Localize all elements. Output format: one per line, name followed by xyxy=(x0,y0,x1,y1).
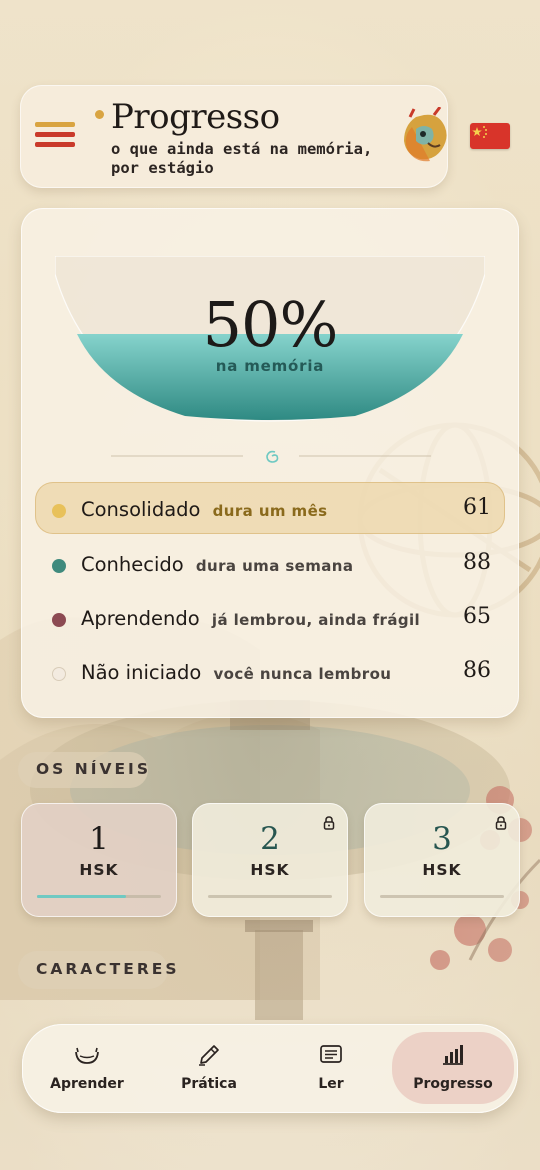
stage-description: você nunca lembrou xyxy=(213,665,392,683)
stage-row-consolidado[interactable]: Consolidado dura um mês 61 xyxy=(35,482,505,534)
header-card: Progresso o que ainda está na memória, p… xyxy=(20,85,448,188)
level-progress-bar xyxy=(37,895,161,898)
level-number: 3 xyxy=(432,821,452,857)
book-icon xyxy=(320,1045,342,1063)
nav-label: Ler xyxy=(318,1076,344,1092)
stage-count: 61 xyxy=(463,495,491,520)
bowl-icon xyxy=(75,1047,99,1064)
stage-dot-consolidated xyxy=(52,504,66,518)
level-name: HSK xyxy=(79,861,119,879)
notification-dot xyxy=(95,110,104,119)
page-subtitle: o que ainda está na memória, por estágio xyxy=(111,140,373,177)
stage-label: Consolidado xyxy=(81,498,201,521)
nav-label: Aprender xyxy=(50,1076,124,1092)
stage-label: Não iniciado xyxy=(81,661,202,684)
nav-label: Progresso xyxy=(413,1076,493,1092)
level-tile-hsk-1[interactable]: 1 HSK xyxy=(21,803,177,917)
level-number: 2 xyxy=(260,821,280,857)
stage-row-aprendendo[interactable]: Aprendendo já lembrou, ainda frágil 65 xyxy=(35,591,505,643)
level-progress-bar xyxy=(380,895,504,898)
bottom-nav: Aprender Prática Ler Progresso xyxy=(22,1024,518,1113)
dragon-mascot-icon[interactable] xyxy=(394,107,454,169)
ornament-divider xyxy=(111,450,431,463)
level-name: HSK xyxy=(250,861,290,879)
memory-percent-label: na memória xyxy=(215,357,325,375)
menu-icon[interactable] xyxy=(35,122,75,152)
stage-label: Conhecido xyxy=(81,553,184,576)
memory-stats-card: 50% na memória Consolidado dura um mês 6… xyxy=(21,208,519,718)
nav-item-pratica[interactable]: Prática xyxy=(148,1032,270,1104)
stage-row-conhecido[interactable]: Conhecido dura uma semana 88 xyxy=(35,537,505,589)
bar-chart-icon xyxy=(443,1045,463,1065)
stage-dot-not-started xyxy=(52,667,66,681)
level-progress-bar xyxy=(208,895,332,898)
china-flag-icon[interactable] xyxy=(470,123,510,149)
level-tile-hsk-3[interactable]: 3 HSK xyxy=(364,803,520,917)
nav-item-ler[interactable]: Ler xyxy=(270,1032,392,1104)
stage-dot-known xyxy=(52,559,66,573)
stage-label: Aprendendo xyxy=(81,607,200,630)
nav-item-progresso[interactable]: Progresso xyxy=(392,1032,514,1104)
nav-item-aprender[interactable]: Aprender xyxy=(26,1032,148,1104)
stage-row-nao-iniciado[interactable]: Não iniciado você nunca lembrou 86 xyxy=(35,645,505,697)
level-tile-hsk-2[interactable]: 2 HSK xyxy=(192,803,348,917)
stage-description: já lembrou, ainda frágil xyxy=(211,611,421,629)
stage-description: dura uma semana xyxy=(195,557,354,575)
nav-label: Prática xyxy=(181,1076,237,1092)
level-name: HSK xyxy=(422,861,462,879)
stage-count: 88 xyxy=(463,550,491,575)
stage-count: 65 xyxy=(463,604,491,629)
stage-count: 86 xyxy=(463,658,491,683)
level-number: 1 xyxy=(89,821,109,857)
page-title: Progresso xyxy=(111,97,280,137)
levels-section-title: OS NÍVEIS xyxy=(36,760,151,778)
stage-description: dura um mês xyxy=(212,502,328,520)
memory-percent: 50% xyxy=(202,288,339,361)
stage-dot-learning xyxy=(52,613,66,627)
characters-section-title: CARACTERES xyxy=(36,960,180,978)
brush-icon xyxy=(199,1045,219,1066)
